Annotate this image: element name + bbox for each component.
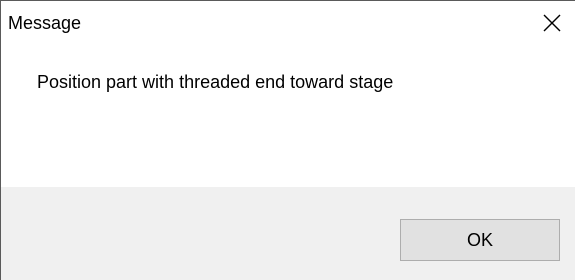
message-dialog: Message Position part with threaded end …	[0, 0, 575, 280]
message-area	[1, 45, 575, 187]
close-icon	[543, 14, 561, 32]
ok-button[interactable]: OK	[400, 219, 560, 261]
button-bar: OK	[1, 187, 575, 280]
message-text: Position part with threaded end toward s…	[37, 72, 394, 92]
dialog-title: Message	[8, 13, 82, 33]
close-button[interactable]	[529, 1, 575, 45]
title-bar: Message	[1, 1, 575, 45]
